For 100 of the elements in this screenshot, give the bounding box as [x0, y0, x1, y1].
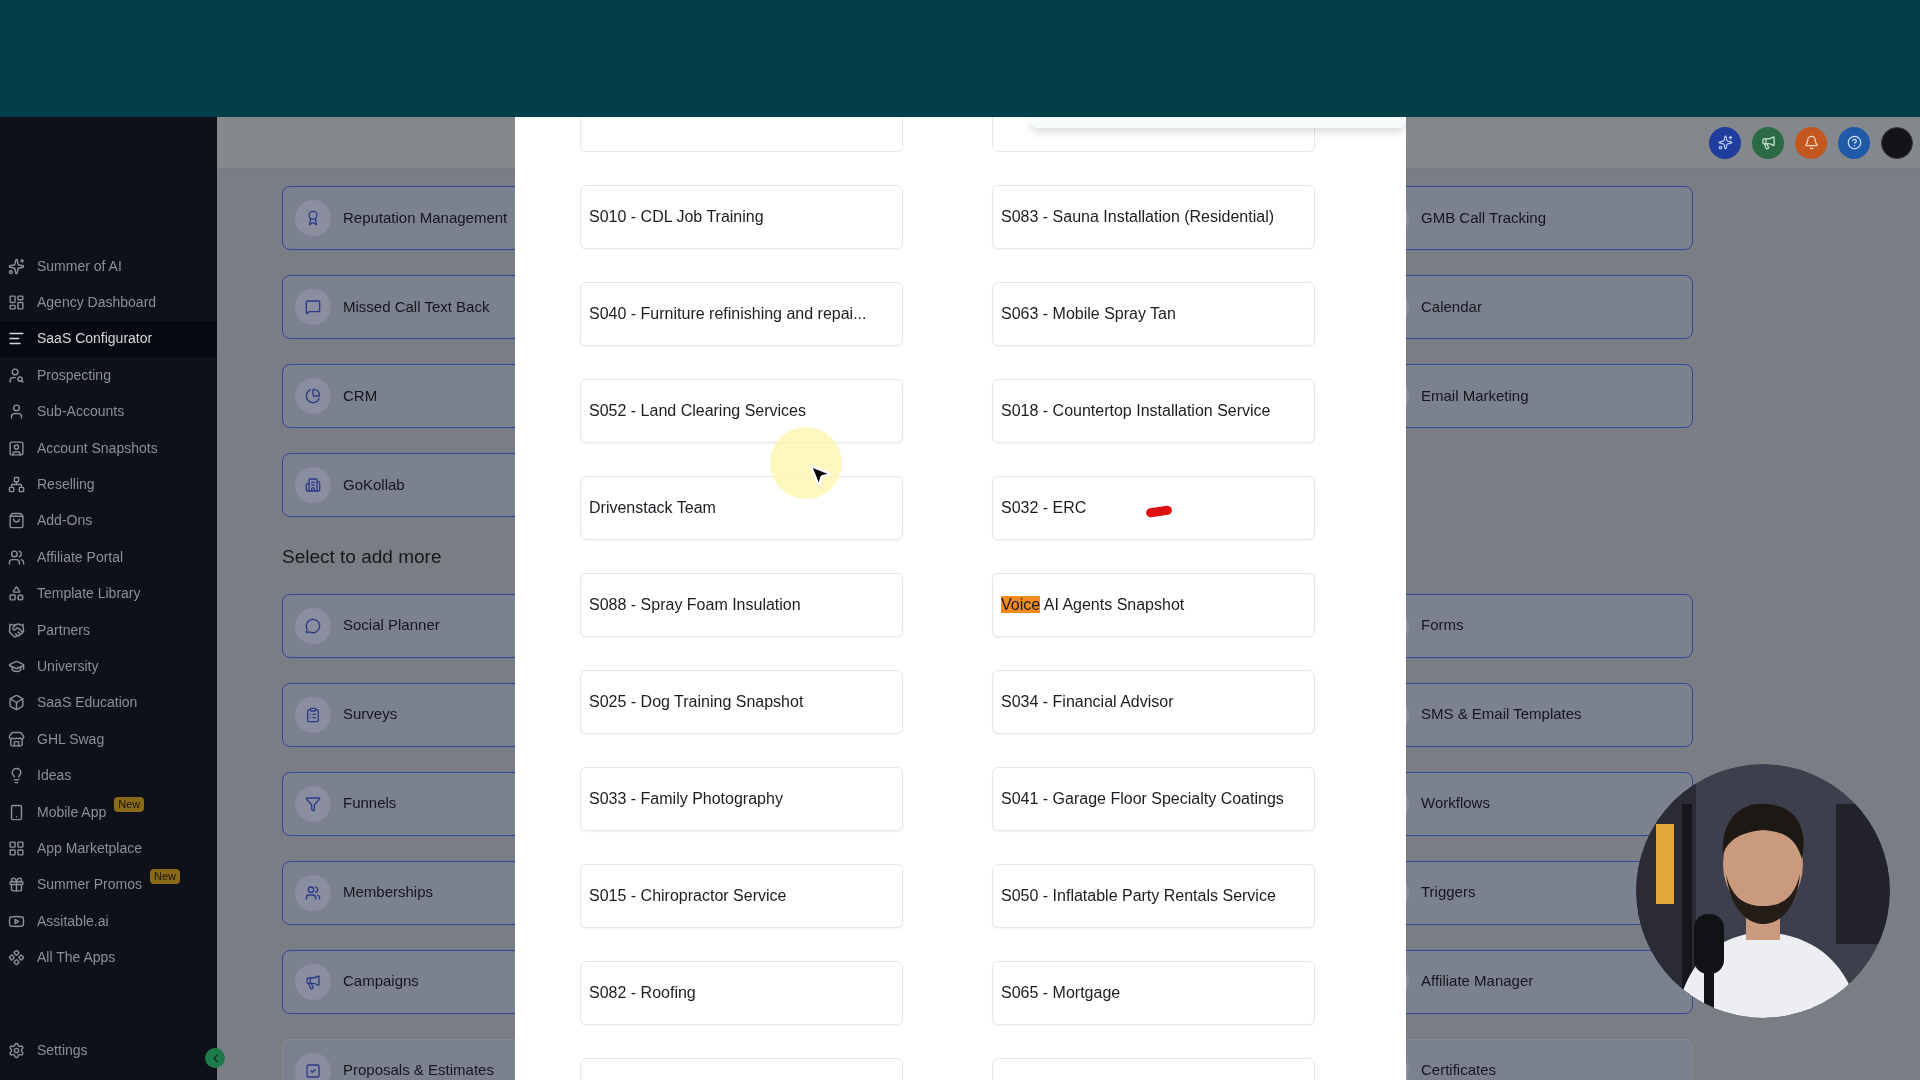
- sidebar-item[interactable]: Account Snapshots: [0, 429, 217, 467]
- template-card[interactable]: S015 - Chiropractor Service: [580, 864, 903, 928]
- sidebar-label: Template Library: [37, 584, 141, 604]
- sidebar-item[interactable]: Sub-Accounts: [0, 393, 217, 430]
- sidebar-label: Agency Dashboard: [37, 293, 157, 313]
- building-icon: [305, 477, 321, 493]
- sidebar-label: Account Snapshots: [37, 438, 158, 458]
- template-card[interactable]: S025 - Dog Training Snapshot: [580, 670, 903, 734]
- template-title: S015 - Chiropractor Service: [589, 886, 787, 906]
- collapse-button[interactable]: [205, 1048, 225, 1068]
- feature-label: SMS & Email Templates: [1421, 704, 1582, 725]
- sidebar-item[interactable]: Prospecting: [0, 357, 217, 394]
- template-title: S063 - Mobile Spray Tan: [1001, 304, 1176, 324]
- template-title: S041 - Garage Floor Specialty Coatings: [1001, 789, 1284, 809]
- sidebar-item[interactable]: GHL Swag: [0, 721, 217, 758]
- sidebar-item[interactable]: Add-Ons: [0, 502, 217, 540]
- megaphone-icon: [1760, 135, 1776, 150]
- sidebar-item[interactable]: App Marketplace: [0, 830, 217, 867]
- sidebar-item[interactable]: All The Apps: [0, 939, 217, 976]
- feature-label: Campaigns: [343, 971, 419, 992]
- sidebar-item[interactable]: Agency Dashboard: [0, 284, 217, 321]
- pie-chart-icon: [305, 388, 321, 404]
- template-title: S018 - Countertop Installation Service: [1001, 401, 1271, 421]
- sidebar-item[interactable]: Partners: [0, 611, 217, 649]
- graduation-cap-icon: [8, 658, 25, 675]
- avatar[interactable]: [1881, 126, 1913, 159]
- template-title: S010 - CDL Job Training: [589, 207, 764, 227]
- apps-icon: [8, 949, 25, 967]
- sidebar-item[interactable]: Mobile App New: [0, 793, 217, 831]
- template-card[interactable]: Voice AI Agents Snapshot: [992, 573, 1315, 637]
- template-card[interactable]: S010 - CDL Job Training: [580, 185, 903, 249]
- template-card[interactable]: S018 - Countertop Installation Service: [992, 379, 1315, 443]
- help-button[interactable]: [1838, 126, 1870, 159]
- template-card[interactable]: S082 - Roofing: [580, 961, 903, 1025]
- help-icon: [1846, 135, 1862, 150]
- template-card[interactable]: S040 - Furniture refinishing and repai...: [580, 282, 903, 346]
- sidebar-label: Prospecting: [37, 365, 111, 385]
- template-card[interactable]: S088 - Spray Foam Insulation: [580, 573, 903, 637]
- template-title: S082 - Roofing: [589, 983, 696, 1003]
- sidebar-item[interactable]: Reselling: [0, 466, 217, 503]
- feature-label: Proposals & Estimates: [343, 1060, 494, 1080]
- feature-label: GoKollab: [343, 474, 405, 495]
- ai-button[interactable]: [1709, 126, 1741, 159]
- user-card-icon: [8, 439, 25, 457]
- sidebar-item[interactable]: Assitable.ai: [0, 903, 217, 940]
- sidebar-label: Reselling: [37, 475, 95, 495]
- template-card[interactable]: S041 - Garage Floor Specialty Coatings: [992, 767, 1315, 831]
- sidebar-item[interactable]: SaaS Education: [0, 684, 217, 722]
- template-card[interactable]: S033 - Family Photography: [580, 767, 903, 831]
- sidebar-item[interactable]: Settings: [0, 1030, 190, 1070]
- sidebar-label: Sub-Accounts: [37, 402, 125, 422]
- template-title: S065 - Mortgage: [1001, 983, 1121, 1003]
- template-title: Voice AI Agents Snapshot: [1001, 595, 1185, 615]
- template-title: S050 - Inflatable Party Rentals Service: [1001, 886, 1276, 906]
- feature-label: Surveys: [343, 704, 398, 725]
- feature-label: CRM: [343, 385, 378, 406]
- template-card[interactable]: S034 - Financial Advisor: [992, 670, 1315, 734]
- sidebar-item[interactable]: Summer of AI: [0, 248, 217, 285]
- template-title: Drivenstack Team: [589, 498, 716, 518]
- sidebar-item[interactable]: University: [0, 648, 217, 685]
- box-icon: [8, 694, 25, 712]
- template-card[interactable]: S083 - Sauna Installation (Residential): [992, 185, 1315, 249]
- checkbox-icon: [305, 1062, 321, 1079]
- template-card[interactable]: S063 - Mobile Spray Tan: [992, 282, 1315, 346]
- users-icon: [8, 548, 25, 566]
- sidebar-item[interactable]: Affiliate Portal: [0, 539, 217, 576]
- award-icon: [305, 210, 321, 226]
- template-card[interactable]: Drivenstack Team: [580, 476, 903, 540]
- network-icon: [8, 476, 25, 494]
- bell-icon: [1803, 135, 1819, 150]
- sidebar-item[interactable]: Ideas: [0, 757, 217, 794]
- notification-button[interactable]: [1795, 126, 1827, 159]
- template-card[interactable]: S050 - Inflatable Party Rentals Service: [992, 864, 1315, 928]
- announcement-button[interactable]: [1752, 126, 1784, 159]
- template-title: S040 - Furniture refinishing and repai...: [589, 304, 867, 324]
- feature-label: Reputation Management: [343, 207, 508, 228]
- template-title: S034 - Financial Advisor: [1001, 692, 1174, 712]
- feature-label: Memberships: [343, 882, 434, 903]
- feature-label: Calendar: [1421, 296, 1482, 317]
- grid-icon: [8, 839, 25, 857]
- new-badge: New: [150, 869, 181, 885]
- megaphone-icon: [305, 973, 321, 990]
- funnel-icon: [305, 795, 321, 812]
- template-card[interactable]: S065 - Mortgage: [992, 961, 1315, 1025]
- sidebar-label: Summer Promos: [37, 875, 143, 895]
- feature-label: Triggers: [1421, 882, 1476, 903]
- sidebar-item[interactable]: Summer Promos New: [0, 866, 217, 904]
- template-title: S025 - Dog Training Snapshot: [589, 692, 804, 712]
- sidebar-label: GHL Swag: [37, 729, 105, 749]
- feature-label: Affiliate Manager: [1421, 971, 1534, 992]
- sidebar-label: SaaS Configurator: [37, 329, 153, 349]
- sidebar-item[interactable]: Template Library: [0, 575, 217, 612]
- settings-icon: [8, 1041, 25, 1059]
- sidebar-label: Assitable.ai: [37, 911, 109, 931]
- sparkles-icon: [8, 257, 25, 275]
- gift-icon: [8, 876, 25, 894]
- sidebar-item[interactable]: SaaS Configurator: [0, 320, 217, 358]
- sidebar-label: SaaS Education: [37, 693, 138, 713]
- template-card[interactable]: S032 - ERC: [992, 476, 1315, 540]
- template-card[interactable]: S052 - Land Clearing Services: [580, 379, 903, 443]
